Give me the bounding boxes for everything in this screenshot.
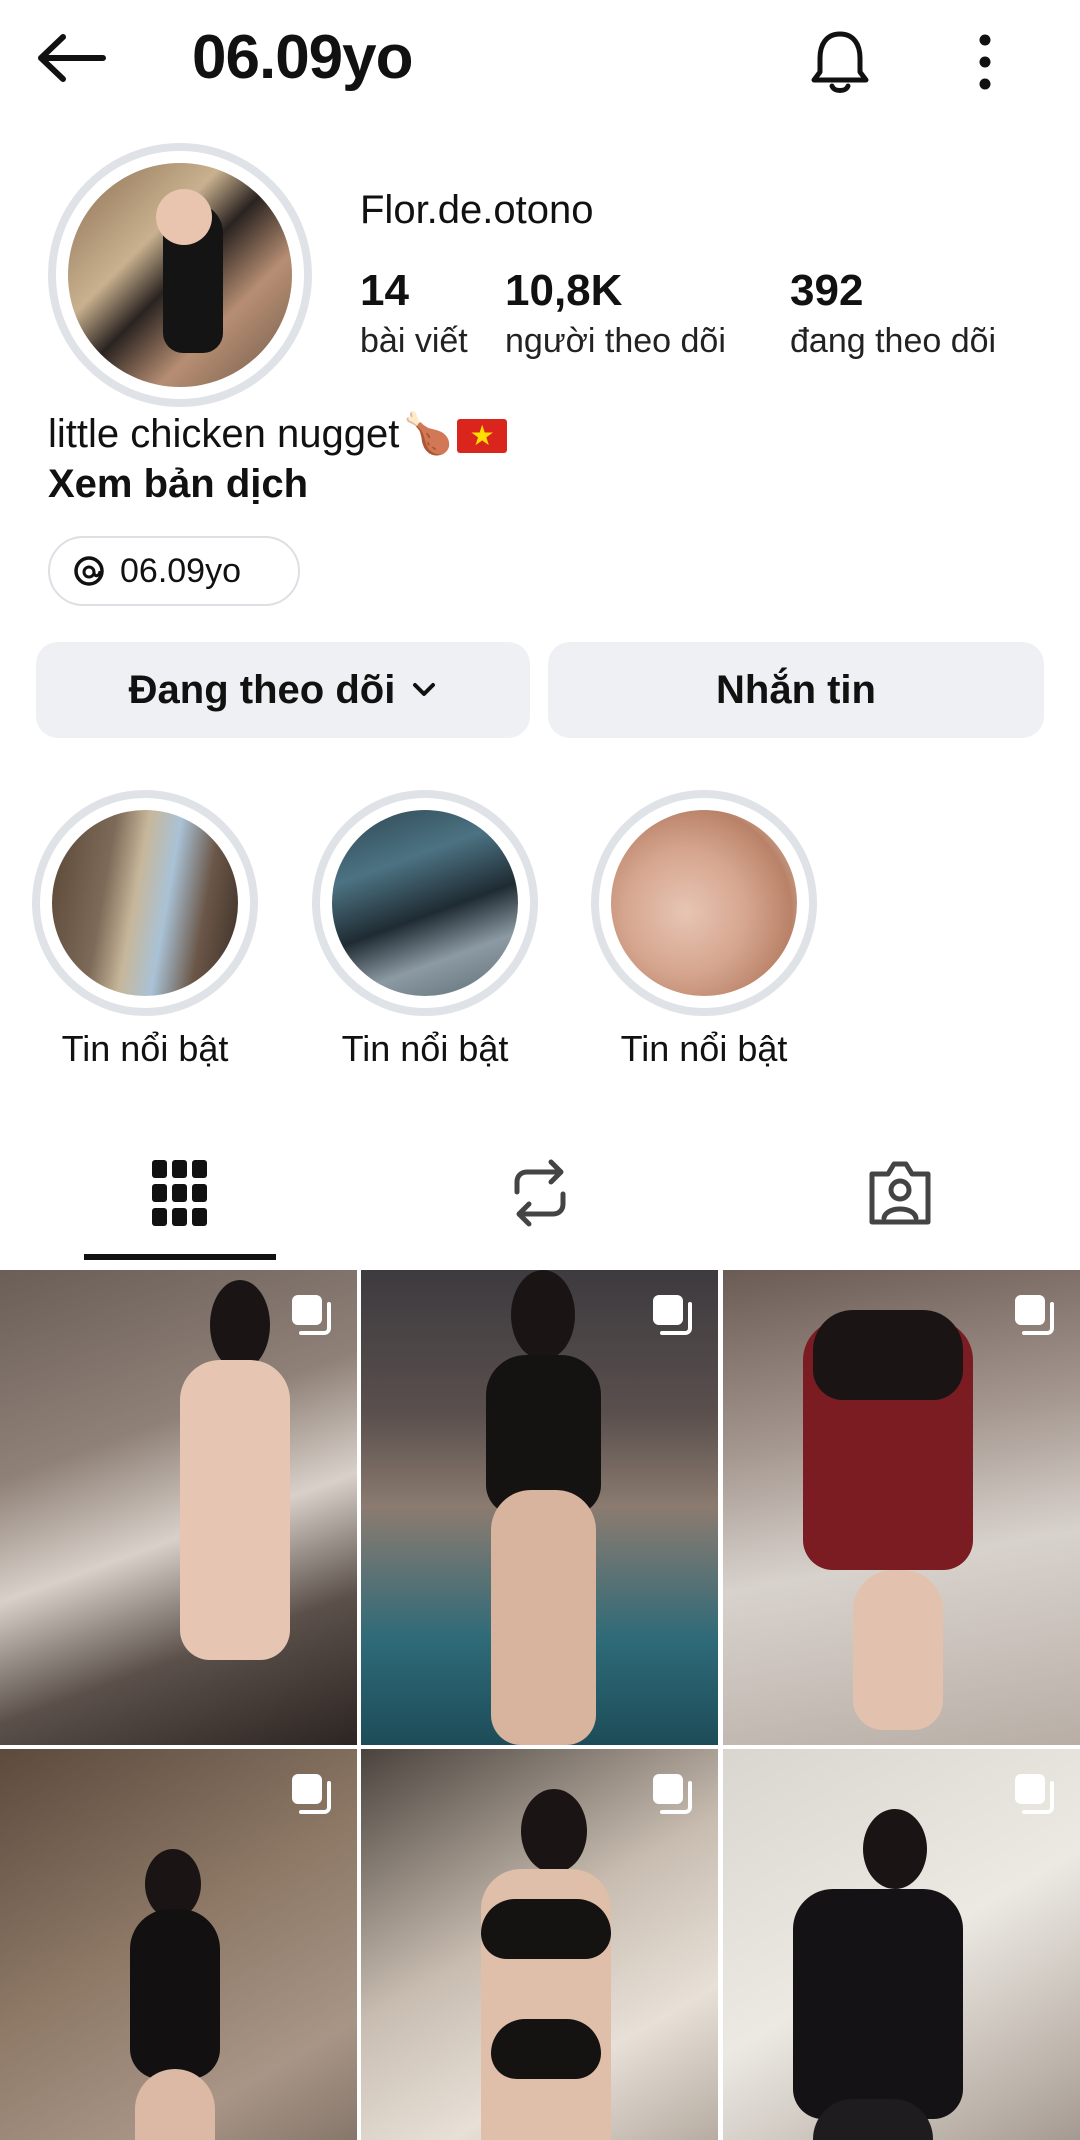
post-thumbnail[interactable]: [723, 1749, 1080, 2140]
bell-icon: [811, 31, 869, 93]
threads-handle: 06.09yo: [120, 551, 241, 590]
threads-badge[interactable]: 06.09yo: [48, 536, 300, 606]
profile-bio: little chicken nugget 🍗: [48, 410, 508, 457]
more-options-button[interactable]: [950, 22, 1020, 102]
highlight-cover-image: [52, 810, 238, 996]
stat-followers-value: 10,8K: [505, 266, 623, 315]
highlight-ring: [32, 790, 258, 1016]
highlight-label: Tin nổi bật: [620, 1028, 788, 1069]
notifications-button[interactable]: [800, 22, 880, 102]
highlight-label: Tin nổi bật: [61, 1028, 229, 1069]
post-thumbnail[interactable]: [0, 1270, 357, 1745]
chevron-down-icon: [413, 683, 436, 696]
tab-reposts[interactable]: [445, 1130, 635, 1255]
carousel-icon: [292, 1774, 331, 1814]
carousel-icon: [1015, 1295, 1054, 1335]
carousel-icon: [653, 1295, 692, 1335]
highlight-cover-image: [611, 810, 797, 996]
stat-posts[interactable]: 14 bài viết: [360, 266, 468, 361]
stat-followers[interactable]: 10,8K người theo dõi: [505, 266, 726, 361]
top-bar: 06.09yo: [0, 0, 1080, 120]
arrow-left-icon: [38, 34, 106, 82]
profile-avatar[interactable]: [48, 143, 312, 407]
stat-following[interactable]: 392 đang theo dõi: [790, 266, 996, 361]
post-thumbnail[interactable]: [723, 1270, 1080, 1745]
carousel-icon: [653, 1774, 692, 1814]
profile-display-name: Flor.de.otono: [360, 188, 594, 232]
post-thumbnail[interactable]: [361, 1749, 718, 2140]
avatar-image: [68, 163, 292, 387]
stat-posts-label: bài viết: [360, 322, 468, 360]
story-highlight[interactable]: Tin nổi bật: [310, 790, 540, 1070]
stat-followers-label: người theo dõi: [505, 322, 726, 360]
stat-posts-value: 14: [360, 266, 409, 315]
threads-icon: [74, 556, 104, 586]
page-title: 06.09yo: [192, 23, 414, 92]
highlight-label: Tin nổi bật: [341, 1028, 509, 1069]
active-tab-indicator: [84, 1254, 276, 1260]
bio-text: little chicken nugget: [48, 412, 400, 456]
post-thumbnail[interactable]: [361, 1270, 718, 1745]
more-vertical-icon: [979, 34, 991, 90]
message-button-label: Nhắn tin: [716, 667, 876, 712]
see-translation-link[interactable]: Xem bản dịch: [48, 462, 308, 507]
grid-icon: [152, 1159, 207, 1226]
tab-posts[interactable]: [85, 1130, 275, 1255]
carousel-icon: [1015, 1774, 1054, 1814]
highlight-cover-image: [332, 810, 518, 996]
highlight-ring: [591, 790, 817, 1016]
stat-following-label: đang theo dõi: [790, 322, 997, 360]
vietnam-flag-icon: [457, 417, 508, 455]
tab-tagged[interactable]: [805, 1130, 995, 1255]
stat-following-value: 392: [790, 266, 864, 315]
repost-icon: [514, 1159, 566, 1226]
story-highlight[interactable]: Tin nổi bật: [589, 790, 819, 1070]
highlight-ring: [312, 790, 538, 1016]
profile-tabs: [0, 1130, 1080, 1260]
post-thumbnail[interactable]: [0, 1749, 357, 2140]
back-button[interactable]: [34, 26, 110, 90]
story-highlight[interactable]: Tin nổi bật: [30, 790, 260, 1070]
carousel-icon: [292, 1295, 331, 1335]
drumstick-emoji: 🍗: [403, 412, 454, 456]
message-button[interactable]: Nhắn tin: [548, 642, 1044, 738]
tagged-person-icon: [869, 1161, 931, 1224]
following-button-label: Đang theo dõi: [128, 667, 396, 712]
following-button[interactable]: Đang theo dõi: [36, 642, 530, 738]
